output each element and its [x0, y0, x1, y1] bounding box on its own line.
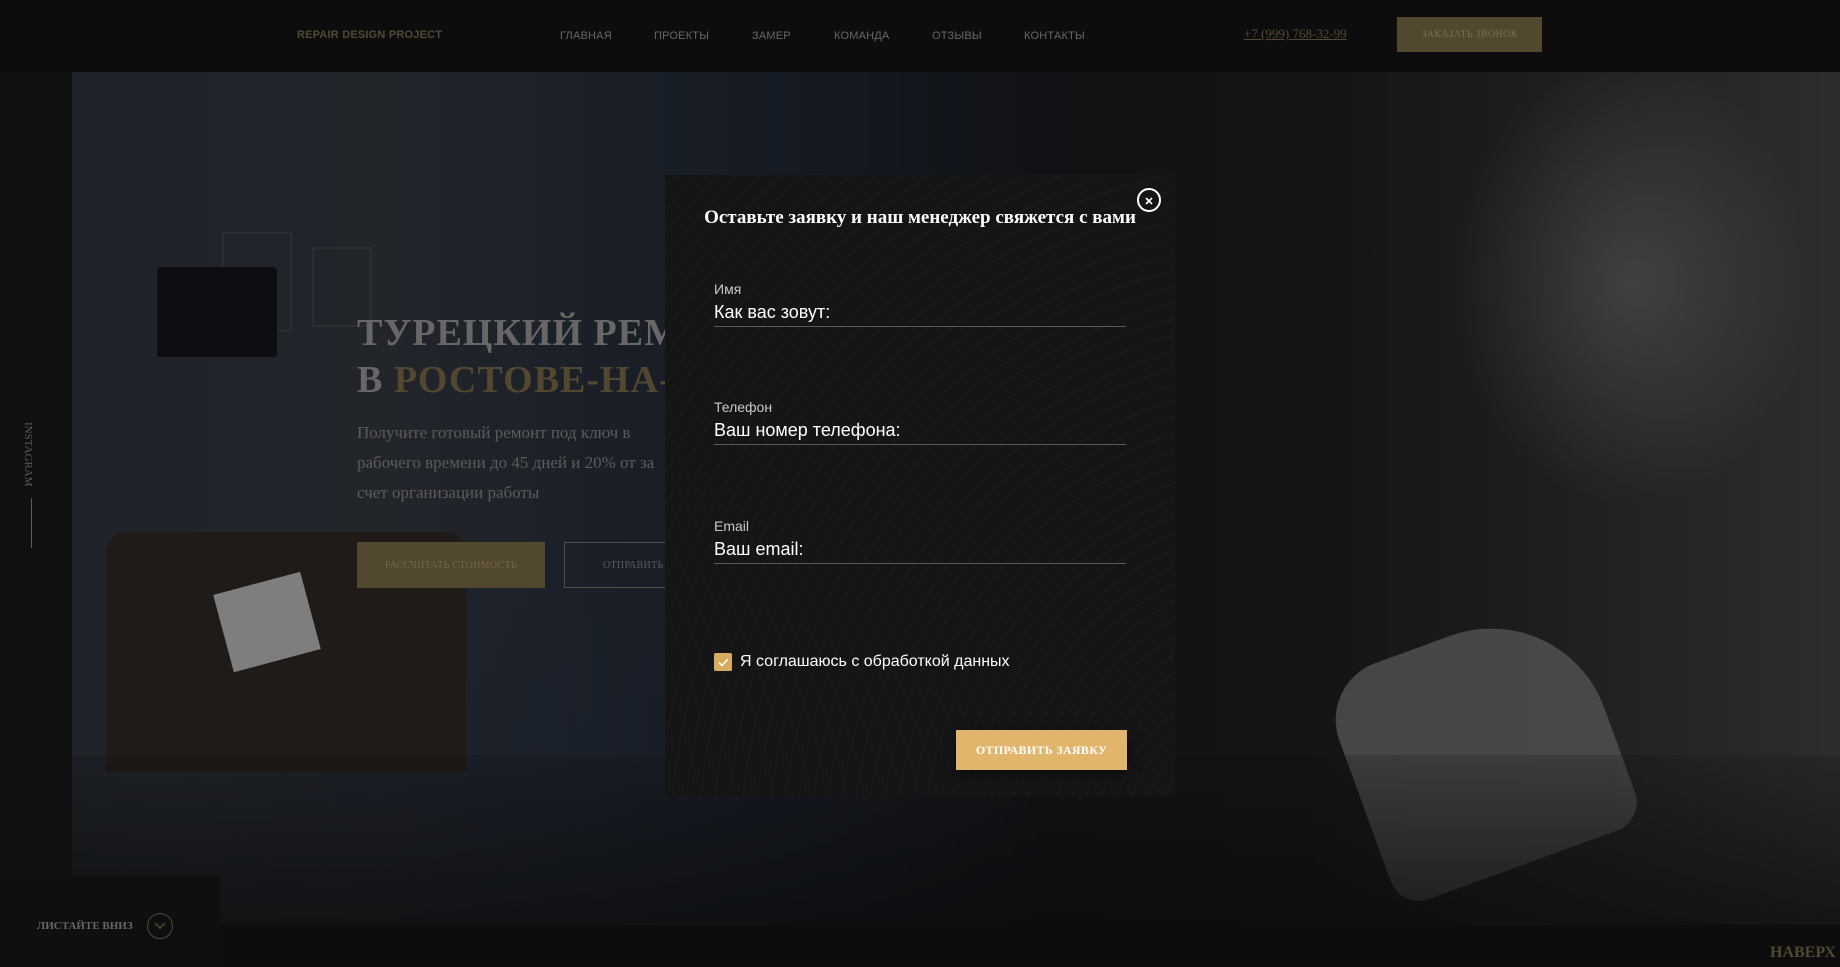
email-field: Email — [714, 518, 1126, 564]
email-input[interactable] — [714, 536, 1126, 564]
request-modal: Оставьте заявку и наш менеджер свяжется … — [665, 175, 1175, 796]
close-icon — [1145, 193, 1153, 208]
consent-label[interactable]: Я соглашаюсь с обработкой данных — [740, 653, 1010, 671]
modal-title: Оставьте заявку и наш менеджер свяжется … — [704, 207, 1136, 228]
email-field-label: Email — [714, 518, 750, 534]
consent-row: Я соглашаюсь с обработкой данных — [714, 653, 1010, 671]
name-field-label: Имя — [714, 281, 742, 297]
phone-input[interactable] — [714, 417, 1126, 445]
name-input[interactable] — [714, 299, 1126, 327]
phone-field: Телефон — [714, 399, 1126, 445]
consent-checkbox[interactable] — [714, 653, 732, 671]
submit-request-button[interactable]: ОТПРАВИТЬ ЗАЯВКУ — [956, 730, 1127, 770]
checkmark-icon — [717, 657, 729, 667]
phone-field-label: Телефон — [714, 399, 773, 415]
name-field: Имя — [714, 281, 1126, 327]
